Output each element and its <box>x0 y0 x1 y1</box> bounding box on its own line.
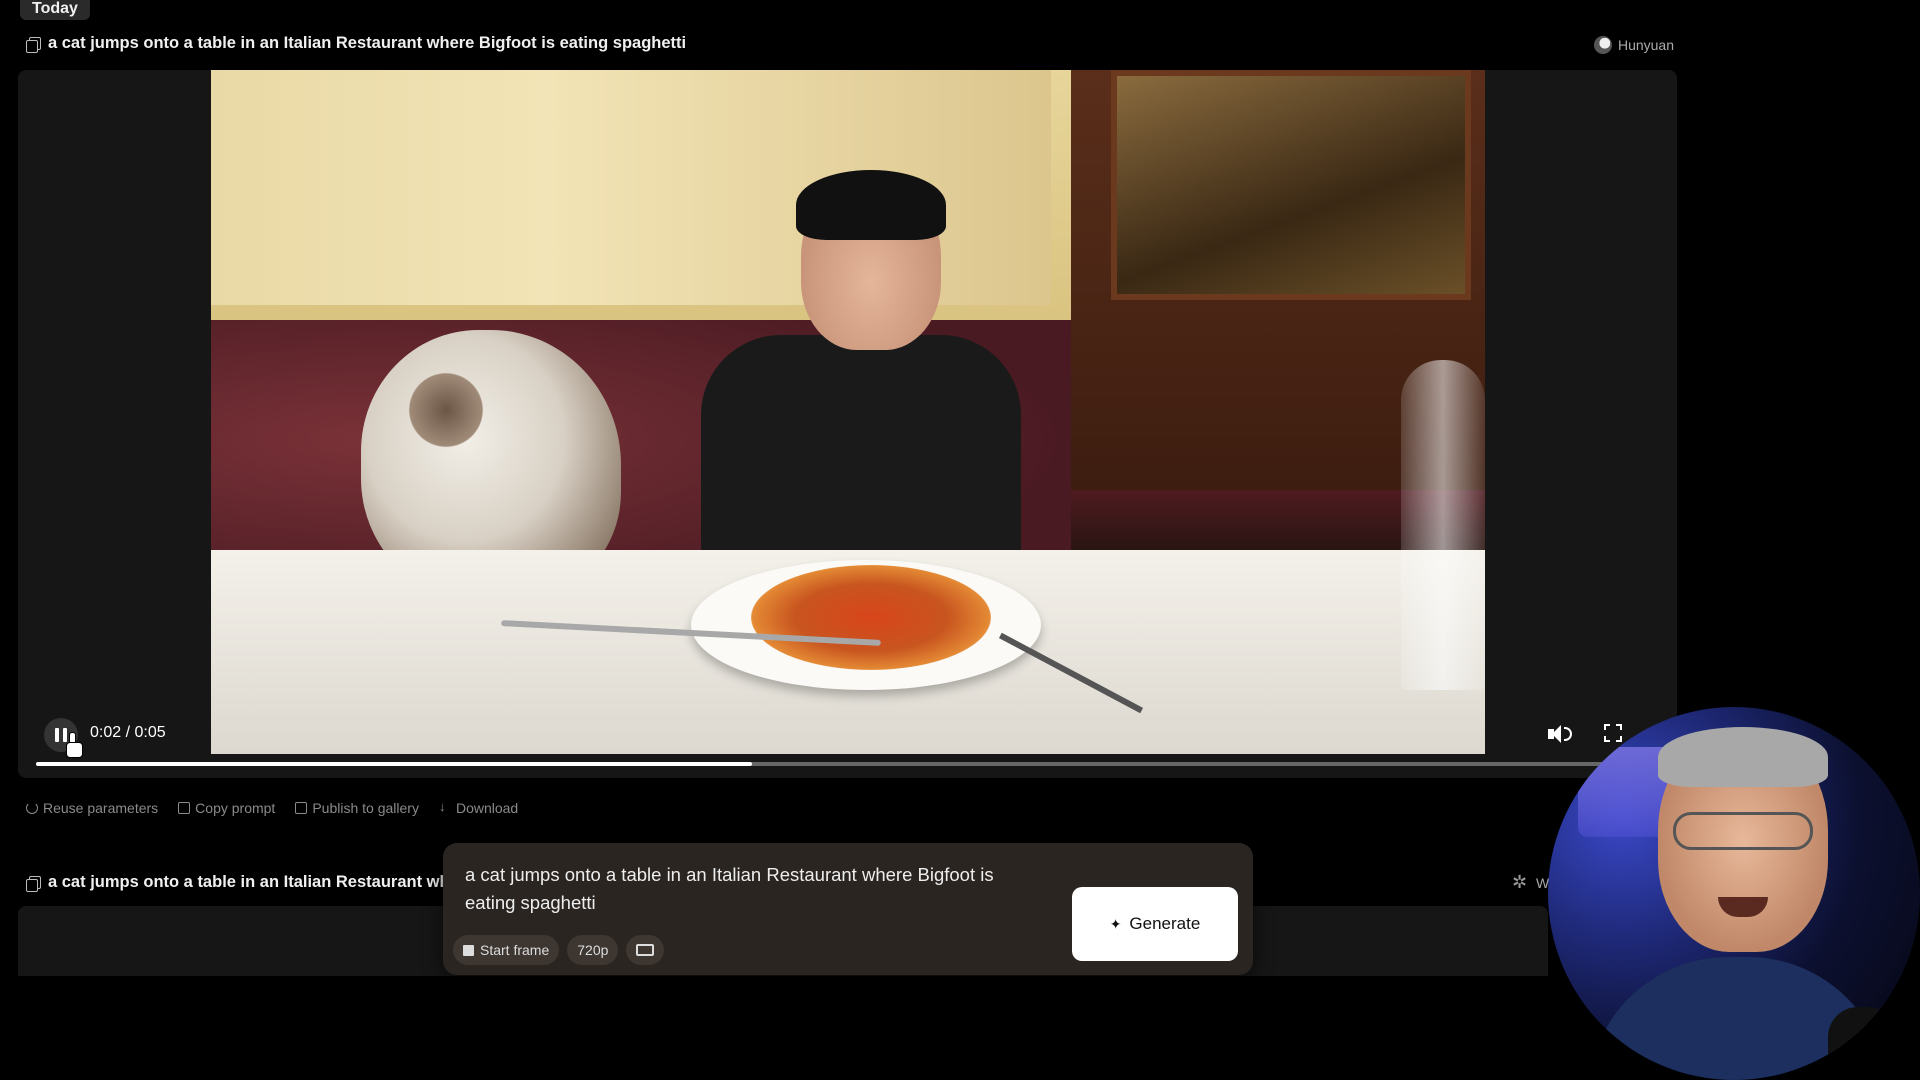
generation-2-prompt-title: a cat jumps onto a table in an Italian R… <box>26 873 446 892</box>
generate-button[interactable]: ✦ Generate <box>1072 887 1238 961</box>
model-name: Hunyuan <box>1617 37 1674 53</box>
generate-label: Generate <box>1129 914 1201 933</box>
webcam-microphone <box>1828 1007 1898 1080</box>
day-group-label: Today <box>20 0 90 20</box>
generation-prompt-title: a cat jumps onto a table in an Italian R… <box>26 34 686 53</box>
generation-2-prompt-text: a cat jumps onto a table in an Italian R… <box>48 873 446 891</box>
copy-icon[interactable] <box>26 36 41 53</box>
generation-prompt-text: a cat jumps onto a table in an Italian R… <box>48 34 687 52</box>
aspect-ratio-button[interactable] <box>626 935 665 965</box>
image-icon <box>463 944 474 956</box>
start-frame-label: Start frame <box>480 942 550 958</box>
copy-icon[interactable] <box>26 875 41 892</box>
generation-2-model-tag: W <box>1512 872 1549 893</box>
time-display: 0:02 / 0:05 <box>90 724 166 741</box>
prompt-input[interactable]: a cat jumps onto a table in an Italian R… <box>465 861 1035 917</box>
hunyuan-logo-icon <box>1593 36 1612 54</box>
publish-to-gallery-label: Publish to gallery <box>312 800 419 816</box>
model-tag: Hunyuan <box>1593 36 1674 54</box>
reuse-parameters-label: Reuse parameters <box>43 800 159 816</box>
reuse-parameters-button[interactable]: Reuse parameters <box>26 800 158 816</box>
download-label: Download <box>455 800 519 816</box>
copy-prompt-button[interactable]: Copy prompt <box>178 800 275 816</box>
download-icon <box>439 799 451 814</box>
sparkle-icon: ✦ <box>1109 915 1122 932</box>
copy-icon <box>178 802 191 814</box>
webcam-presenter-glasses <box>1673 812 1813 850</box>
video-frame-wine-glass <box>1401 360 1485 690</box>
fullscreen-button[interactable] <box>1604 724 1622 742</box>
download-button[interactable]: Download <box>439 799 519 816</box>
volume-icon <box>1564 727 1572 741</box>
publish-to-gallery-button[interactable]: Publish to gallery <box>295 800 419 816</box>
video-player[interactable]: 0:02 / 0:05 <box>18 70 1677 778</box>
resolution-select[interactable]: 720p <box>567 935 619 965</box>
pointer-cursor-icon <box>66 732 84 758</box>
aspect-ratio-icon <box>636 944 655 956</box>
prompt-composer: a cat jumps onto a table in an Italian R… <box>443 843 1253 975</box>
generated-video[interactable] <box>211 70 1485 754</box>
webcam-presenter-hair <box>1658 727 1828 787</box>
reuse-icon <box>26 802 38 814</box>
publish-icon <box>295 802 308 814</box>
model-logo-icon <box>1512 872 1530 893</box>
progress-bar[interactable] <box>36 762 1626 766</box>
video-frame-cat-face <box>401 370 491 450</box>
start-frame-button[interactable]: Start frame <box>453 935 560 965</box>
copy-prompt-label: Copy prompt <box>195 800 276 816</box>
webcam-overlay <box>1548 707 1920 1080</box>
video-frame-mirror <box>1111 70 1471 300</box>
resolution-label: 720p <box>577 942 609 958</box>
progress-bar-fill <box>36 762 752 766</box>
video-frame-spaghetti <box>751 565 991 670</box>
composer-options: Start frame 720p <box>453 935 665 965</box>
generation-actions: Reuse parameters Copy prompt Publish to … <box>26 799 519 816</box>
video-frame-person <box>701 150 1021 595</box>
